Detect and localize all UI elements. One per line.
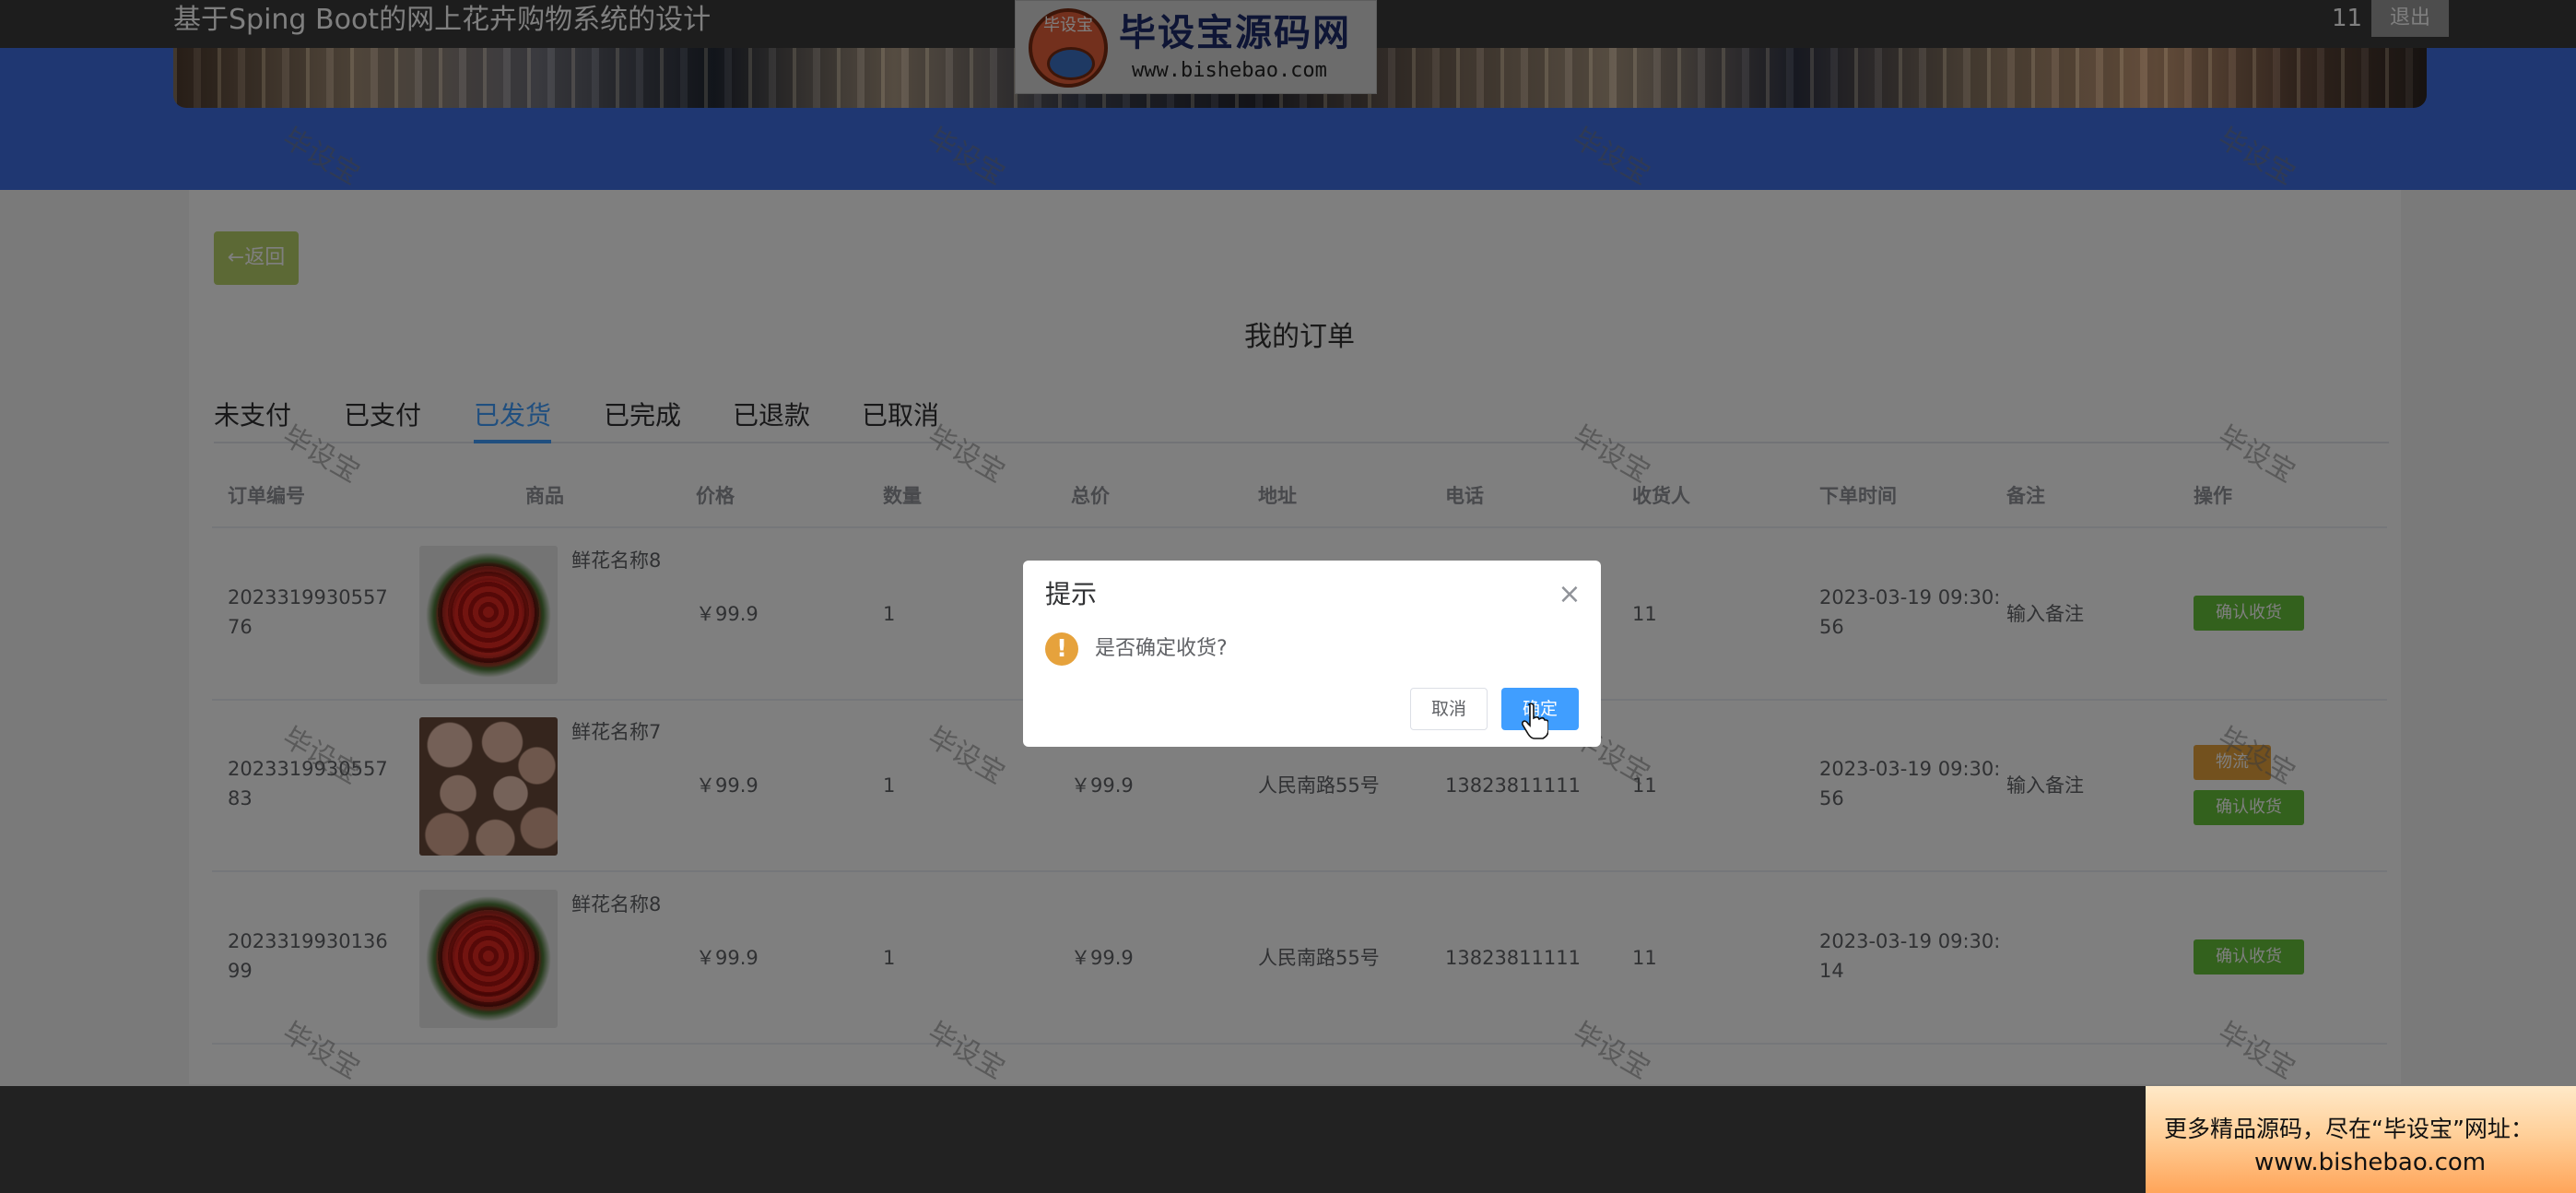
close-icon[interactable]: × bbox=[1556, 581, 1583, 608]
modal-overlay[interactable] bbox=[0, 0, 2576, 1086]
dialog-message: 是否确定收货? bbox=[1095, 637, 1228, 660]
hand-cursor-icon bbox=[1521, 703, 1548, 739]
dialog-title: 提示 bbox=[1045, 579, 1098, 609]
promo-text: 更多精品源码，尽在“毕设宝”网址： bbox=[2164, 1116, 2534, 1142]
warning-icon: ! bbox=[1045, 632, 1078, 666]
confirm-dialog: 提示 × ! 是否确定收货? 取消 确定 bbox=[1023, 561, 1601, 747]
promo-url: www.bishebao.com bbox=[2254, 1149, 2487, 1176]
cancel-button[interactable]: 取消 bbox=[1410, 688, 1488, 730]
